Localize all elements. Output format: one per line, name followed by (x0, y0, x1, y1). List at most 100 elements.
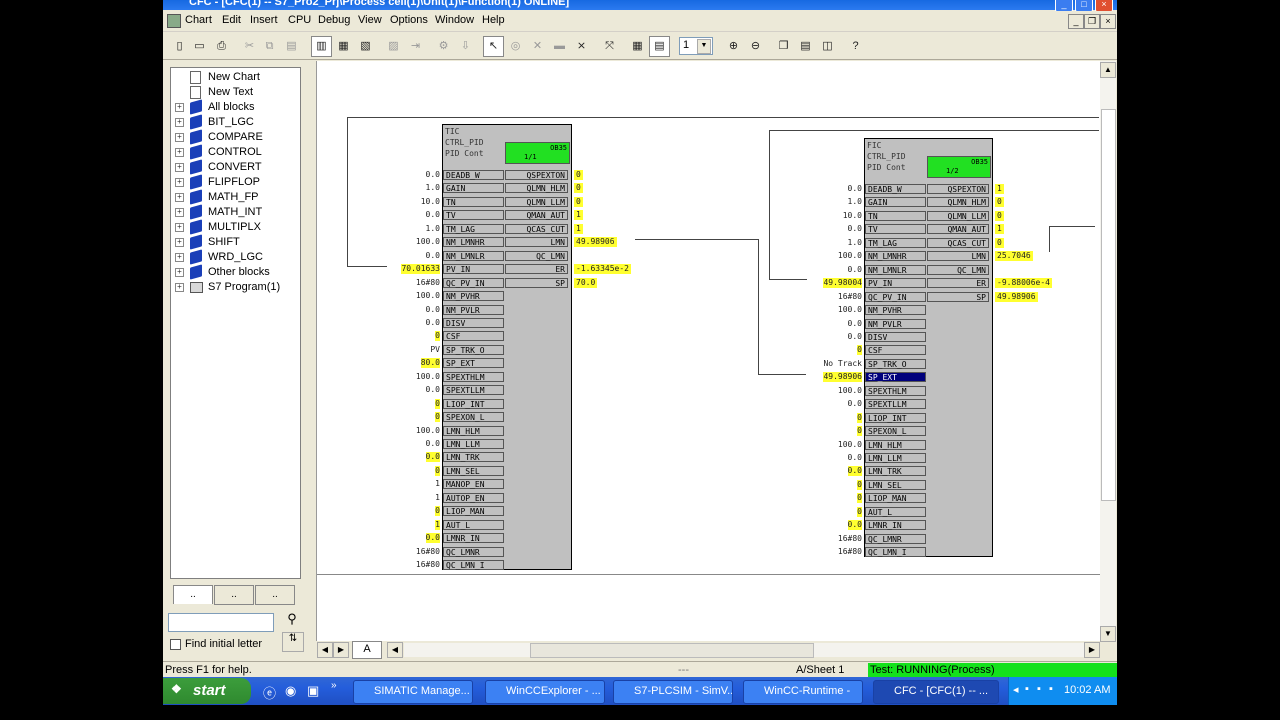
input-pin[interactable]: DISV (443, 317, 504, 328)
new-icon[interactable]: ▯ (169, 36, 190, 57)
compile-icon[interactable]: ⚙ (433, 36, 454, 57)
scroll-down-icon[interactable]: ▼ (1100, 626, 1116, 642)
expand-icon[interactable]: + (175, 283, 184, 292)
zoom-in-icon[interactable]: ⊕ (723, 36, 744, 57)
output-pin[interactable]: LMN (505, 237, 568, 248)
menu-cpu[interactable]: CPU (288, 14, 311, 26)
input-value[interactable]: 70.01633 (401, 264, 440, 275)
input-value[interactable]: 16#80 (416, 278, 440, 288)
output-pin[interactable]: QLMN_HLM (927, 197, 989, 208)
input-pin[interactable]: QC_PV_IN (865, 291, 926, 302)
explorer-icon[interactable]: ◉ (285, 683, 296, 699)
tray-back-icon[interactable]: ◂ (1013, 683, 1019, 696)
input-pin[interactable]: NM_LMNLR (865, 264, 926, 275)
input-pin[interactable]: LMN_TRK (865, 466, 926, 477)
output-pin[interactable]: QLMN_LLM (927, 210, 989, 221)
taskbar-wincc-explorer[interactable]: WinCCExplorer - ... (485, 680, 605, 704)
input-value[interactable]: 16#80 (416, 560, 440, 570)
trend-icon[interactable]: ⨯ (571, 36, 592, 57)
input-value[interactable]: 0.0 (848, 224, 862, 234)
output-value[interactable]: -1.63345e-2 (574, 264, 631, 275)
input-value[interactable]: 0 (435, 412, 440, 423)
tray-volume-icon[interactable]: ▪ (1037, 683, 1041, 695)
catalog-icon[interactable]: ▧ (355, 36, 376, 57)
input-pin[interactable]: TN (443, 196, 504, 207)
output-pin[interactable]: QSPEXTON (505, 170, 568, 180)
mdi-close-icon[interactable]: × (1100, 14, 1116, 29)
input-pin[interactable]: LMN_LLM (443, 439, 504, 449)
fit-icon[interactable]: ⤧ (599, 36, 620, 57)
input-value[interactable]: 0.0 (426, 210, 440, 220)
input-value[interactable]: 0.0 (426, 385, 440, 395)
taskbar-cfc[interactable]: CFC - [CFC(1) -- ... (873, 680, 999, 704)
find-input[interactable] (168, 613, 274, 632)
output-value[interactable]: -9.88006e-4 (995, 278, 1052, 289)
output-pin[interactable]: ER (927, 278, 989, 289)
grid-icon[interactable]: ▦ (627, 36, 648, 57)
input-value[interactable]: 0.0 (848, 265, 862, 275)
output-value[interactable]: 1 (995, 184, 1004, 194)
scroll-thumb[interactable] (1101, 109, 1116, 501)
app-icon[interactable] (167, 14, 181, 28)
input-pin[interactable]: PV_IN (865, 278, 926, 289)
tray-app-icon[interactable]: ▪ (1049, 683, 1053, 695)
input-pin[interactable]: NM_PVHR (443, 291, 504, 302)
output-pin[interactable]: QSPEXTON (927, 184, 989, 194)
output-value[interactable]: 0 (995, 197, 1004, 208)
input-value[interactable]: 1 (435, 519, 440, 530)
input-pin[interactable]: LMNR_IN (443, 533, 504, 544)
input-pin[interactable]: AUTOP_EN (443, 492, 504, 503)
input-value[interactable]: 49.98004 (823, 278, 862, 289)
input-value[interactable]: 0.0 (426, 318, 440, 328)
input-pin[interactable]: LIOP_MAN (443, 506, 504, 517)
menu-edit[interactable]: Edit (222, 14, 241, 26)
block-icon[interactable]: ▨ (383, 36, 404, 57)
binoculars-icon[interactable]: ⚲ (282, 611, 302, 631)
output-pin[interactable]: QLMN_LLM (505, 196, 568, 207)
input-value[interactable]: 1 (435, 479, 440, 489)
input-value[interactable]: 100.0 (416, 372, 440, 382)
expand-icon[interactable]: + (175, 208, 184, 217)
input-value[interactable]: 0 (857, 426, 862, 437)
input-pin[interactable]: TM_LAG (443, 223, 504, 234)
input-pin[interactable]: LMN_HLM (865, 439, 926, 450)
input-pin[interactable]: SPEXTLLM (865, 399, 926, 410)
output-value[interactable]: 1 (574, 223, 583, 234)
output-pin[interactable]: ER (505, 264, 568, 275)
output-value[interactable]: 1 (995, 224, 1004, 235)
taskbar-simatic-manager[interactable]: SIMATIC Manage... (353, 680, 473, 704)
input-pin[interactable]: LIOP_INT (865, 412, 926, 423)
input-value[interactable]: 1.0 (848, 197, 862, 207)
test-mode-icon[interactable]: ↖ (483, 36, 504, 57)
horizontal-scrollbar[interactable] (404, 643, 1084, 658)
input-value[interactable]: 0 (857, 345, 862, 356)
input-value[interactable]: 49.98906 (823, 372, 862, 383)
input-value[interactable]: 0 (435, 506, 440, 517)
sort-icon[interactable]: ⇅ (282, 632, 304, 652)
sheet-view-icon[interactable]: ▦ (333, 36, 354, 57)
input-value[interactable]: 16#80 (416, 547, 440, 557)
input-value[interactable]: 100.0 (838, 305, 862, 315)
input-pin[interactable]: SPEXTHLM (865, 385, 926, 396)
input-value[interactable]: 0 (857, 493, 862, 504)
mdi-restore-icon[interactable]: ❐ (1084, 14, 1100, 29)
download-icon[interactable]: ⇩ (455, 36, 476, 57)
scroll-right-icon[interactable]: ▶ (1084, 642, 1100, 658)
output-value[interactable]: 49.98906 (995, 291, 1038, 302)
menu-view[interactable]: View (358, 14, 382, 26)
mdi-minimize-icon[interactable]: _ (1068, 14, 1084, 29)
input-pin[interactable]: LMN_SEL (443, 465, 504, 476)
input-pin[interactable]: PV_IN (443, 264, 504, 275)
scroll-left-icon[interactable]: ◀ (387, 642, 403, 658)
table-icon[interactable]: ▤ (649, 36, 670, 57)
monitor-icon[interactable]: ▬ (549, 36, 570, 57)
start-button[interactable]: ❖ start (163, 678, 251, 704)
input-value[interactable]: 0.0 (848, 453, 862, 463)
output-value[interactable]: 0 (574, 196, 583, 207)
input-value[interactable]: 0.0 (847, 466, 862, 477)
output-value[interactable]: 0 (995, 210, 1004, 221)
output-pin[interactable]: QMAN_AUT (927, 224, 989, 235)
input-value[interactable]: 0.0 (425, 533, 440, 544)
menu-chart[interactable]: Chart (185, 14, 212, 26)
input-pin[interactable]: NM_LMNLR (443, 250, 504, 261)
